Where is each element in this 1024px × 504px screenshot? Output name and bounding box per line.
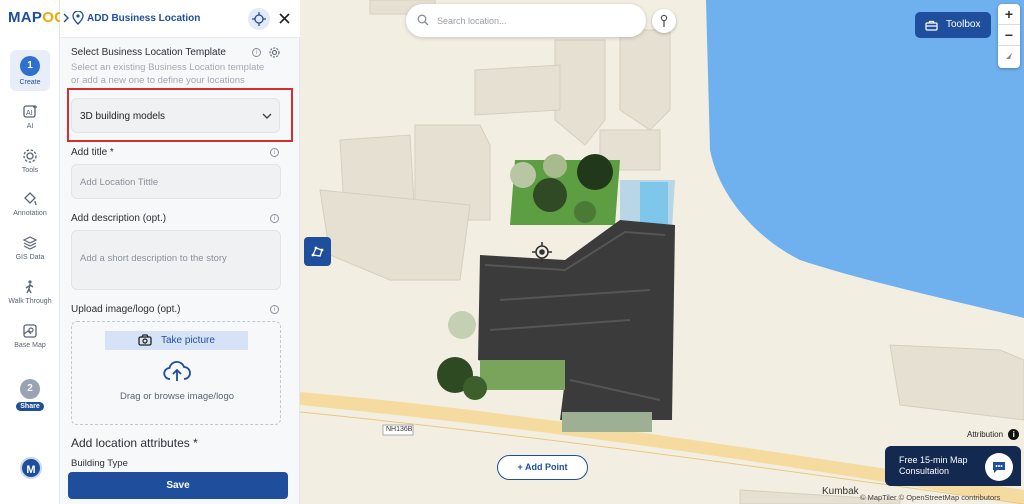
pin-button[interactable] <box>652 9 676 33</box>
description-input[interactable]: Add a short description to the story <box>71 230 281 290</box>
take-picture-button[interactable]: Take picture <box>105 331 248 350</box>
info-icon: i <box>1008 429 1020 440</box>
building-type-label: Building Type <box>71 458 128 469</box>
paint-bucket-icon <box>24 192 37 206</box>
water-area <box>706 0 1024 318</box>
rail-item-ai[interactable]: AI AI <box>0 104 60 130</box>
rail-create-step[interactable]: 1 Create <box>10 50 50 91</box>
close-icon[interactable] <box>279 13 290 24</box>
crosshair-icon <box>252 12 266 26</box>
template-label: Select Business Location Template <box>71 47 226 58</box>
search-bar[interactable]: Search location... <box>406 4 646 37</box>
create-step-number: 1 <box>20 56 40 76</box>
map-copyright: © MapTiler © OpenStreetMap contributors <box>860 493 1001 502</box>
rail-item-label: Base Map <box>14 342 46 349</box>
rail-item-label: Tools <box>21 167 39 174</box>
camera-icon <box>138 334 152 346</box>
rail-item-tools[interactable]: Tools <box>0 148 60 174</box>
rail-item-base-map[interactable]: Base Map <box>0 323 60 349</box>
toolbox-button[interactable]: Toolbox <box>915 12 991 38</box>
zoom-in-button[interactable]: + <box>998 4 1020 25</box>
template-select[interactable]: 3D building models <box>71 98 280 133</box>
info-icon[interactable]: i <box>270 148 279 157</box>
template-select-value: 3D building models <box>80 111 166 122</box>
share-step-label: Share <box>16 402 44 411</box>
share-step-number: 2 <box>20 379 40 399</box>
gear-icon <box>23 149 37 163</box>
left-rail: MAPOG 1 Create AI AI Tools Annotation GI… <box>0 0 66 504</box>
road-label: NH136B <box>386 426 413 433</box>
info-icon[interactable]: i <box>252 48 261 57</box>
rail-item-label: AI <box>26 123 34 130</box>
panel-header: ADD Business Location <box>60 0 300 38</box>
consultation-text: Free 15-min Map Consultation <box>899 455 968 476</box>
walking-person-icon <box>25 280 34 294</box>
info-icon[interactable]: i <box>270 214 279 223</box>
attribution-toggle[interactable]: Attribution i <box>967 429 1020 440</box>
user-avatar[interactable]: M <box>20 457 42 479</box>
location-pin-icon <box>72 11 84 25</box>
compass-icon <box>1006 53 1012 59</box>
info-icon[interactable]: i <box>270 305 279 314</box>
add-location-panel: ADD Business Location Select Business Lo… <box>60 0 300 504</box>
locate-button[interactable] <box>248 8 270 30</box>
chat-bubble-icon <box>993 462 1005 473</box>
zoom-controls: + − <box>998 4 1020 68</box>
consultation-banner[interactable]: Free 15-min Map Consultation <box>885 446 1021 486</box>
polygon-draw-icon <box>311 246 324 257</box>
save-button[interactable]: Save <box>68 472 288 499</box>
chat-button[interactable] <box>985 453 1013 481</box>
attributes-title: Add location attributes * <box>71 436 198 450</box>
rail-item-label: Walk Through <box>8 298 52 305</box>
settings-icon[interactable] <box>269 47 280 58</box>
draw-tool-button[interactable] <box>304 237 331 266</box>
svg-text:AI: AI <box>26 110 33 117</box>
title-label: Add title * <box>71 147 114 158</box>
compass-button[interactable] <box>998 46 1020 67</box>
ai-icon: AI <box>23 105 37 118</box>
toolbox-label: Toolbox <box>946 19 981 30</box>
template-help-text: Select an existing Business Location tem… <box>71 62 265 86</box>
take-picture-label: Take picture <box>161 335 215 346</box>
search-input[interactable]: Search location... <box>437 16 507 26</box>
rail-item-label: GIS Data <box>15 254 45 261</box>
pushpin-icon <box>660 14 668 27</box>
upload-label: Upload image/logo (opt.) <box>71 304 181 315</box>
title-input[interactable]: Add Location Tittle <box>71 164 281 199</box>
panel-title: ADD Business Location <box>87 13 201 24</box>
toolbox-icon <box>925 20 938 31</box>
rail-item-annotation[interactable]: Annotation <box>0 191 60 217</box>
rail-item-walk-through[interactable]: Walk Through <box>0 279 60 305</box>
street-label: Kumbak <box>822 486 859 497</box>
zoom-out-button[interactable]: − <box>998 25 1020 46</box>
create-step-label: Create <box>19 79 41 86</box>
add-point-button[interactable]: + Add Point <box>497 455 588 480</box>
rail-item-gis-data[interactable]: GIS Data <box>0 235 60 261</box>
drag-browse-text: Drag or browse image/logo <box>119 391 235 402</box>
description-label: Add description (opt.) <box>71 213 167 224</box>
mapog-logo[interactable]: MAPOG <box>8 9 66 26</box>
search-icon <box>417 14 429 26</box>
chevron-down-icon <box>262 113 272 119</box>
attribution-label: Attribution <box>967 430 1004 439</box>
map-icon <box>23 324 37 338</box>
rail-item-label: Annotation <box>13 210 47 217</box>
layers-icon <box>22 236 38 250</box>
chevron-right-icon[interactable] <box>62 13 70 23</box>
upload-dropzone[interactable]: Take picture Drag or browse image/logo <box>71 321 281 425</box>
rail-share-step[interactable]: 2 Share <box>10 379 50 411</box>
cloud-upload-icon <box>163 360 191 381</box>
map-canvas[interactable]: NH136B Kumbak Search location... Toolbox… <box>300 0 1024 504</box>
